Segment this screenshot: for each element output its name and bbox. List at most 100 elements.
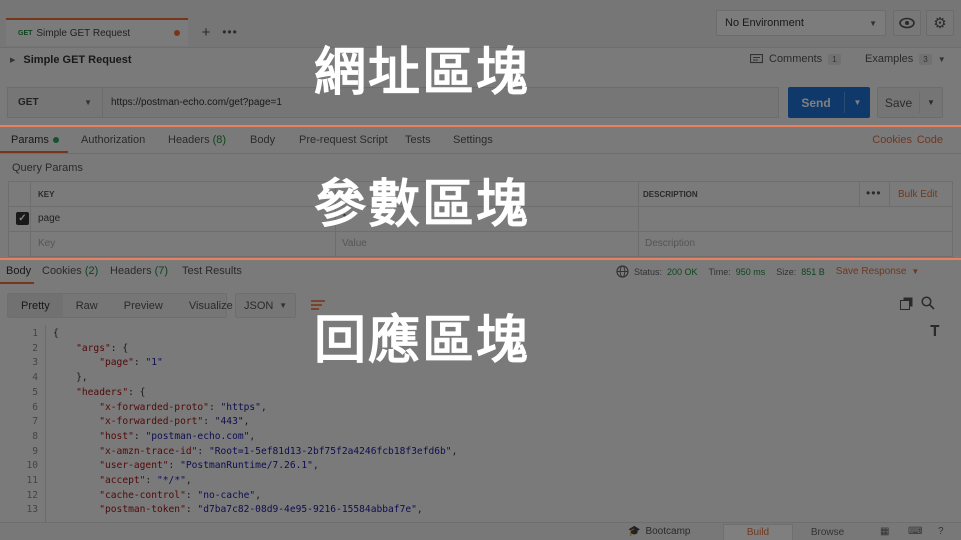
build-tab[interactable]: Build — [723, 524, 793, 540]
column-header-key: KEY — [38, 190, 55, 199]
tab-params[interactable]: Params — [11, 134, 59, 146]
comment-icon — [750, 53, 763, 63]
line-number: 10 — [26, 460, 38, 472]
line-number: 2 — [32, 342, 38, 354]
gear-icon: ⚙ — [933, 15, 947, 32]
response-tab-cookies[interactable]: Cookies (2) — [42, 265, 98, 277]
comments-label: Comments — [769, 53, 823, 65]
params-active-dot-icon — [52, 137, 59, 144]
response-format-select[interactable]: JSON ▼ — [235, 293, 296, 318]
comments-button[interactable]: Comments 1 — [750, 53, 841, 65]
response-tab-headers-count: (7) — [154, 265, 169, 277]
line-number: 8 — [32, 430, 38, 442]
table-divider — [30, 181, 31, 257]
time-label: Time: — [708, 266, 731, 277]
http-method-select[interactable]: GET ▼ — [7, 87, 102, 118]
code-text: "x-amzn-trace-id": "Root=1-5ef81d13-2bf7… — [99, 445, 458, 457]
size-label: Size: — [776, 266, 797, 277]
chevron-down-icon: ▼ — [84, 98, 92, 107]
examples-button[interactable]: Examples 3 ▼ — [865, 53, 946, 65]
view-pretty-button[interactable]: Pretty — [8, 294, 63, 317]
view-preview-button[interactable]: Preview — [111, 294, 176, 317]
tab-headers[interactable]: Headers (8) — [168, 134, 226, 146]
size-value: 851 B — [801, 266, 825, 277]
save-button-label: Save — [884, 95, 913, 110]
code-text: "x-forwarded-proto": "https", — [99, 401, 267, 413]
tab-headers-count: (8) — [212, 134, 227, 146]
search-icon[interactable] — [921, 296, 935, 313]
code-link[interactable]: Code — [917, 134, 943, 146]
query-params-title: Query Params — [12, 162, 83, 174]
globe-icon[interactable] — [616, 265, 629, 278]
code-text: "headers": { — [76, 386, 146, 398]
tab-authorization[interactable]: Authorization — [81, 134, 145, 146]
tab-settings[interactable]: Settings — [453, 134, 493, 146]
response-view-modes: Pretty Raw Preview Visualize — [7, 293, 233, 318]
line-number: 3 — [32, 357, 38, 369]
response-format-value: JSON — [244, 299, 274, 312]
new-value-input[interactable]: Value — [342, 238, 367, 249]
params-region-label: 參數區塊 — [314, 175, 531, 235]
help-icon[interactable]: ? — [938, 526, 944, 537]
line-number: 9 — [32, 445, 38, 457]
code-text: "accept": "*/*", — [99, 475, 192, 486]
response-tab-test-results[interactable]: Test Results — [182, 265, 242, 277]
table-divider — [889, 181, 890, 206]
check-icon: ✓ — [18, 213, 27, 224]
environment-quick-look-button[interactable] — [893, 10, 921, 36]
request-tab[interactable]: GET Simple GET Request — [6, 18, 188, 46]
url-input-value: https://postman-echo.com/get?page=1 — [111, 97, 282, 108]
param-key-cell[interactable]: page — [38, 213, 60, 224]
response-tab-headers-label: Headers — [110, 265, 152, 277]
chevron-down-icon: ▼ — [279, 301, 287, 310]
two-pane-icon[interactable]: ▦ — [880, 526, 889, 537]
response-status: Status: 200 OK Time: 950 ms Size: 851 B … — [616, 265, 919, 278]
chevron-down-icon[interactable]: ▼ — [911, 267, 919, 276]
tab-params-label: Params — [11, 134, 49, 146]
response-region-label: 回應區塊 — [314, 311, 531, 371]
more-tabs-icon[interactable]: ••• — [220, 22, 240, 42]
status-value: 200 OK — [667, 266, 698, 277]
bulk-edit-link[interactable]: Bulk Edit — [898, 189, 937, 200]
more-options-icon[interactable]: ••• — [866, 186, 882, 200]
table-divider — [638, 181, 639, 257]
new-key-input[interactable]: Key — [38, 238, 55, 249]
response-tab-headers[interactable]: Headers (7) — [110, 265, 168, 277]
bootcamp-button[interactable]: 🎓 Bootcamp — [628, 526, 690, 537]
active-tab-indicator — [0, 282, 34, 284]
environment-select[interactable]: No Environment ▼ — [716, 10, 886, 36]
line-number: 11 — [26, 475, 38, 486]
keyboard-icon[interactable]: ⌨ — [908, 526, 922, 537]
tab-tests[interactable]: Tests — [405, 134, 431, 146]
response-tab-body[interactable]: Body — [6, 265, 31, 277]
chevron-right-icon: ▶ — [10, 57, 16, 64]
chevron-down-icon[interactable]: ▼ — [920, 98, 942, 107]
save-button[interactable]: Save ▼ — [877, 87, 943, 118]
send-button[interactable]: Send ▼ — [788, 87, 870, 118]
examples-label: Examples — [865, 53, 914, 65]
copy-icon[interactable] — [900, 297, 913, 313]
browse-tab[interactable]: Browse — [795, 524, 860, 540]
new-tab-button[interactable]: + — [196, 22, 216, 42]
cookies-link[interactable]: Cookies — [872, 134, 912, 146]
tab-body[interactable]: Body — [250, 134, 275, 146]
unsaved-dot-icon — [174, 30, 180, 36]
new-description-input[interactable]: Description — [645, 238, 695, 249]
tab-pre-request-script[interactable]: Pre-request Script — [299, 134, 388, 146]
param-enabled-checkbox[interactable]: ✓ — [16, 212, 29, 225]
chevron-down-icon[interactable]: ▼ — [845, 98, 870, 107]
line-number: 5 — [32, 386, 38, 398]
code-text: "x-forwarded-port": "443", — [99, 416, 250, 428]
settings-button[interactable]: ⚙ — [926, 10, 954, 36]
code-text: "user-agent": "PostmanRuntime/7.26.1", — [99, 460, 319, 472]
code-text: "host": "postman-echo.com", — [99, 430, 256, 442]
code-text: { — [53, 328, 59, 339]
save-response-button[interactable]: Save Response — [836, 266, 907, 277]
code-text: "cache-control": "no-cache", — [99, 489, 261, 501]
request-name[interactable]: ▶ Simple GET Request — [10, 54, 132, 66]
line-number: 12 — [26, 489, 38, 501]
view-raw-button[interactable]: Raw — [63, 294, 111, 317]
line-number: 6 — [32, 401, 38, 413]
time-value: 950 ms — [735, 266, 766, 277]
code-text: }, — [53, 372, 88, 384]
